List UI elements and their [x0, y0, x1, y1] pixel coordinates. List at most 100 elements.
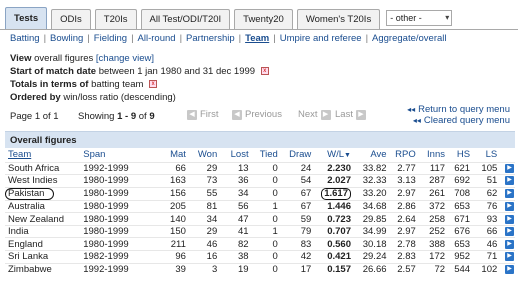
- team-link[interactable]: India: [8, 226, 29, 237]
- tab-womens-t20is[interactable]: Women's T20Is: [296, 9, 381, 30]
- col-draw[interactable]: Draw: [281, 148, 314, 162]
- other-format-select[interactable]: - other - ▾: [386, 10, 453, 26]
- col-inns[interactable]: Inns: [419, 148, 448, 162]
- first-page-button[interactable]: ◀ First: [187, 109, 218, 120]
- cleared-query-menu-link[interactable]: Cleared query menu: [424, 115, 510, 126]
- nav-aggregate-overall[interactable]: Aggregate/overall: [372, 33, 446, 44]
- cell-wl: 1.617: [321, 187, 351, 200]
- tab-all-formats[interactable]: All Test/ODI/T20I: [140, 9, 231, 30]
- nav-batting[interactable]: Batting: [10, 33, 40, 44]
- cell-wl: 0.157: [327, 264, 351, 276]
- nav-fielding[interactable]: Fielding: [94, 33, 127, 44]
- cell-ls: 76: [486, 200, 498, 212]
- team-link[interactable]: West Indies: [8, 175, 57, 186]
- cell-rpo: 2.97: [397, 226, 416, 238]
- cell-ave: 33.82: [362, 162, 387, 174]
- nav-team[interactable]: Team: [245, 33, 269, 44]
- cell-lost: 36: [238, 175, 249, 187]
- nav-bowling[interactable]: Bowling: [50, 33, 83, 44]
- team-link[interactable]: England: [8, 239, 43, 250]
- row-details-icon[interactable]: ▶: [505, 189, 514, 199]
- cell-wl: 0.560: [327, 238, 351, 250]
- tab-divider: [0, 29, 518, 30]
- team-link[interactable]: New Zealand: [8, 214, 64, 225]
- change-view-link[interactable]: [change view]: [96, 53, 154, 64]
- col-wl[interactable]: W/L▼: [314, 148, 354, 162]
- remove-filter-icon[interactable]: x: [149, 80, 158, 89]
- col-ls[interactable]: LS: [473, 148, 500, 162]
- team-link[interactable]: Sri Lanka: [8, 251, 48, 262]
- query-menu-links: ◂◂ Return to query menu ◂◂ Cleared query m…: [407, 104, 510, 126]
- previous-page-icon: ◀: [232, 109, 242, 120]
- cell-ls: 71: [486, 251, 498, 263]
- totals-line: Totals in terms of batting team x: [10, 78, 269, 91]
- return-to-query-menu-link[interactable]: Return to query menu: [418, 104, 510, 115]
- other-format-select-value: - other -: [390, 13, 422, 23]
- cell-wl: 0.723: [327, 213, 351, 225]
- page-indicator: Page 1 of 1: [10, 111, 59, 122]
- row-details-icon[interactable]: ▶: [505, 201, 514, 211]
- tab-odis[interactable]: ODIs: [51, 9, 91, 30]
- cell-draw: 59: [300, 213, 312, 225]
- row-details-icon[interactable]: ▶: [505, 214, 514, 224]
- cell-inns: 258: [429, 213, 446, 225]
- cell-rpo: 2.78: [397, 238, 416, 250]
- nav-umpire-referee[interactable]: Umpire and referee: [280, 33, 362, 44]
- cell-draw: 54: [300, 175, 312, 187]
- col-mat[interactable]: Mat: [153, 148, 189, 162]
- row-details-icon[interactable]: ▶: [505, 227, 514, 237]
- cell-ls: 66: [486, 226, 498, 238]
- cell-tied: 0: [272, 264, 278, 276]
- last-page-button[interactable]: Last ▶: [335, 109, 366, 120]
- tab-twenty20[interactable]: Twenty20: [234, 9, 293, 30]
- row-details-icon[interactable]: ▶: [505, 176, 514, 186]
- col-tied[interactable]: Tied: [252, 148, 281, 162]
- remove-filter-icon[interactable]: x: [260, 67, 269, 76]
- col-span[interactable]: Span: [80, 148, 153, 162]
- row-details-icon[interactable]: ▶: [505, 163, 514, 173]
- next-page-button[interactable]: Next ▶: [298, 109, 331, 120]
- cell-span: 1980-1999: [83, 200, 129, 212]
- nav-partnership[interactable]: Partnership: [186, 33, 235, 44]
- cell-tied: 0: [272, 162, 278, 174]
- team-link[interactable]: Pakistan: [5, 187, 55, 200]
- cell-wl: 1.446: [327, 200, 351, 212]
- nav-all-round[interactable]: All-round: [138, 33, 176, 44]
- col-won[interactable]: Won: [189, 148, 220, 162]
- cell-span: 1980-1999: [83, 213, 129, 225]
- cell-won: 34: [206, 213, 218, 225]
- cell-rpo: 2.64: [397, 213, 416, 225]
- table-row: South Africa 1992-1999 66 29 13 0 24 2.230 33.82…: [5, 161, 515, 175]
- previous-page-button[interactable]: ◀ Previous: [232, 109, 282, 120]
- cell-won: 46: [206, 238, 218, 250]
- team-link[interactable]: Australia: [8, 201, 45, 212]
- cell-rpo: 2.83: [397, 251, 416, 263]
- cell-ls: 51: [486, 175, 498, 187]
- col-hs[interactable]: HS: [448, 148, 473, 162]
- cell-inns: 117: [429, 162, 446, 174]
- cell-span: 1980-1999: [83, 175, 129, 187]
- cell-ave: 29.85: [362, 213, 387, 225]
- view-line: View overall figures [change view]: [10, 52, 269, 65]
- cell-ls: 105: [481, 162, 498, 174]
- col-team[interactable]: Team: [5, 148, 80, 162]
- row-details-icon[interactable]: ▶: [505, 265, 514, 275]
- order-line: Ordered by win/loss ratio (descending): [10, 91, 269, 104]
- col-rpo[interactable]: RPO: [390, 148, 419, 162]
- cell-mat: 96: [175, 251, 186, 263]
- row-details-icon[interactable]: ▶: [505, 239, 514, 249]
- col-lost[interactable]: Lost: [220, 148, 251, 162]
- cell-tied: 0: [272, 238, 278, 250]
- cell-lost: 41: [238, 226, 249, 238]
- tab-t20is[interactable]: T20Is: [94, 9, 137, 30]
- cell-wl: 2.027: [327, 175, 351, 187]
- cell-hs: 708: [454, 188, 471, 200]
- team-link[interactable]: South Africa: [8, 163, 59, 174]
- format-tabs: Tests ODIs T20Is All Test/ODI/T20I Twent…: [5, 4, 453, 30]
- col-ave[interactable]: Ave: [354, 148, 390, 162]
- row-details-icon[interactable]: ▶: [505, 252, 514, 262]
- cell-wl: 2.230: [327, 162, 351, 174]
- tab-tests[interactable]: Tests: [5, 7, 48, 30]
- team-link[interactable]: Zimbabwe: [8, 264, 52, 275]
- table-body: South Africa 1992-1999 66 29 13 0 24 2.230 33.82…: [5, 161, 515, 276]
